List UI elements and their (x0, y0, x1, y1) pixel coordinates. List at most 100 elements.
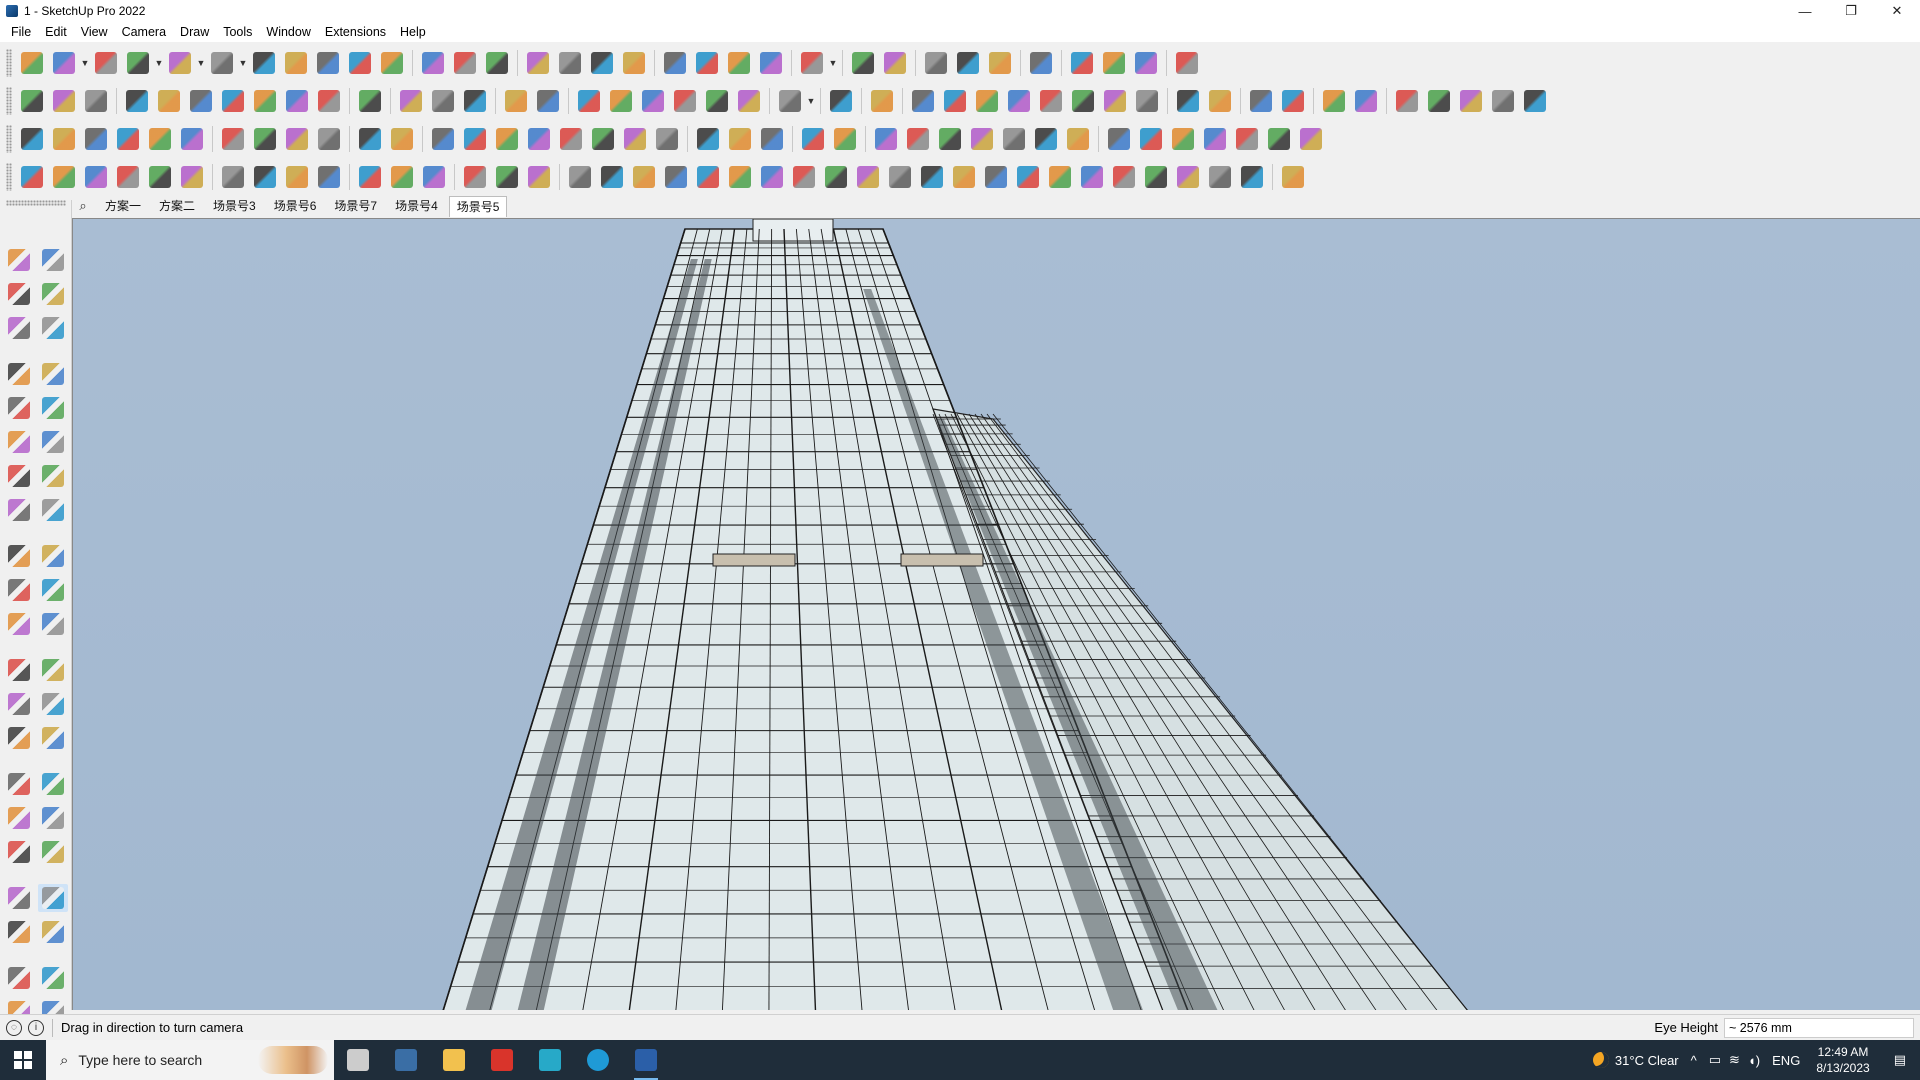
knot-icon[interactable] (726, 125, 754, 153)
polygon-icon[interactable] (38, 428, 68, 456)
acrobat-icon[interactable] (478, 1040, 526, 1080)
cross-blue-icon[interactable] (557, 125, 585, 153)
shape-v-icon[interactable] (219, 87, 247, 115)
menu-view[interactable]: View (74, 22, 115, 42)
shape-square-icon[interactable] (909, 87, 937, 115)
rotate-icon[interactable] (346, 49, 374, 77)
layout-dots-icon[interactable] (1297, 125, 1325, 153)
menu-edit[interactable]: Edit (38, 22, 74, 42)
shape-trapezoid-icon[interactable] (1069, 87, 1097, 115)
hatch-b-icon[interactable] (598, 163, 626, 191)
dropdown-arrow-icon[interactable]: ▼ (196, 49, 206, 77)
move-icon[interactable] (4, 542, 34, 570)
gear-icon[interactable] (146, 163, 174, 191)
extension-warehouse-icon[interactable] (693, 49, 721, 77)
arc-icon[interactable] (4, 462, 34, 490)
pan-icon[interactable] (38, 770, 68, 798)
hatch-q-icon[interactable] (1078, 163, 1106, 191)
hatch-n-icon[interactable] (982, 163, 1010, 191)
offset-icon[interactable] (38, 610, 68, 638)
freehand-icon[interactable] (38, 360, 68, 388)
hatch-c-icon[interactable] (630, 163, 658, 191)
scene-tab[interactable]: 方案一 (98, 196, 148, 216)
house-icon[interactable] (639, 87, 667, 115)
building-icon[interactable] (671, 87, 699, 115)
vase-icon[interactable] (621, 125, 649, 153)
tape-measure-icon[interactable] (4, 656, 34, 684)
shape-x-icon[interactable] (283, 87, 311, 115)
warehouse-icon[interactable] (4, 964, 34, 992)
hatch-e-icon[interactable] (694, 163, 722, 191)
notification-icon[interactable]: ▤ (1880, 1052, 1920, 1068)
solid-trim-icon[interactable] (82, 87, 110, 115)
shape-f-icon[interactable] (315, 87, 343, 115)
arc-2pt-icon[interactable] (38, 462, 68, 490)
rect-red-icon[interactable] (251, 125, 279, 153)
tool-d-icon[interactable] (1064, 125, 1092, 153)
extension-icon[interactable] (38, 964, 68, 992)
menu-window[interactable]: Window (259, 22, 317, 42)
user-icon[interactable] (798, 49, 826, 77)
hatch-d-icon[interactable] (662, 163, 690, 191)
hatch-u-icon[interactable] (1206, 163, 1234, 191)
eraser-pink-icon[interactable] (1279, 87, 1307, 115)
menu-extensions[interactable]: Extensions (318, 22, 393, 42)
knife-icon[interactable] (1247, 87, 1275, 115)
rotated-rect-icon[interactable] (38, 394, 68, 422)
layout-icon[interactable] (725, 49, 753, 77)
hatch-l-icon[interactable] (918, 163, 946, 191)
geo-location-icon[interactable]: ◌ (6, 1019, 22, 1036)
mesh-b-icon[interactable] (283, 163, 311, 191)
wall-icon[interactable] (607, 87, 635, 115)
box-blue-icon[interactable] (18, 125, 46, 153)
panel-icon[interactable] (315, 125, 343, 153)
start-button[interactable] (0, 1040, 46, 1080)
plane-move-icon[interactable] (534, 87, 562, 115)
push-pull-plus-icon[interactable] (123, 87, 151, 115)
zoom-window-icon[interactable] (38, 804, 68, 832)
position-camera-icon[interactable] (4, 884, 34, 912)
node-square-icon[interactable] (18, 163, 46, 191)
grid-b-icon[interactable] (1137, 125, 1165, 153)
rectangle-icon[interactable] (4, 394, 34, 422)
pyramid-icon[interactable] (653, 125, 681, 153)
dropdown-arrow-icon[interactable]: ▼ (154, 49, 164, 77)
shape-right-icon[interactable] (187, 87, 215, 115)
fillet-b-icon[interactable] (388, 163, 416, 191)
hatch-m-icon[interactable] (950, 163, 978, 191)
scene-tab-active[interactable]: 场景号5 (448, 195, 508, 217)
shape-parallelogram-icon[interactable] (1037, 87, 1065, 115)
zoom-icon[interactable] (588, 49, 616, 77)
scene-tab[interactable]: 场景号3 (206, 196, 263, 216)
toolbar-grip[interactable] (6, 200, 66, 206)
shape-polygon-icon[interactable] (1133, 87, 1161, 115)
walk-icon[interactable] (4, 918, 34, 946)
terrain-c-icon[interactable] (1457, 87, 1485, 115)
sample-b-icon[interactable] (1352, 87, 1380, 115)
line-icon[interactable] (4, 360, 34, 388)
solid-union-icon[interactable] (18, 87, 46, 115)
axes-icon[interactable] (4, 724, 34, 752)
hatch-a-icon[interactable] (566, 163, 594, 191)
curve-icon[interactable] (356, 87, 384, 115)
plane-gray-icon[interactable] (178, 125, 206, 153)
dimension-icon[interactable] (38, 656, 68, 684)
text-icon[interactable] (38, 690, 68, 718)
store-icon[interactable] (735, 87, 763, 115)
move-icon[interactable] (314, 49, 342, 77)
cone-icon[interactable] (589, 125, 617, 153)
close-red-icon[interactable] (1233, 125, 1261, 153)
orbit-tool-icon[interactable] (4, 770, 34, 798)
cross-green-icon[interactable] (525, 125, 553, 153)
tree-icon[interactable] (904, 125, 932, 153)
sweep-icon[interactable] (461, 163, 489, 191)
plane-blue-icon[interactable] (50, 125, 78, 153)
hatch-i-icon[interactable] (822, 163, 850, 191)
arc-icon[interactable] (166, 49, 194, 77)
scene-tab[interactable]: 方案二 (152, 196, 202, 216)
circle-dots-icon[interactable] (1265, 125, 1293, 153)
pipe-icon[interactable] (356, 125, 384, 153)
toolbar-grip[interactable] (6, 87, 12, 115)
lathe-icon[interactable] (525, 163, 553, 191)
text-icon[interactable] (451, 49, 479, 77)
